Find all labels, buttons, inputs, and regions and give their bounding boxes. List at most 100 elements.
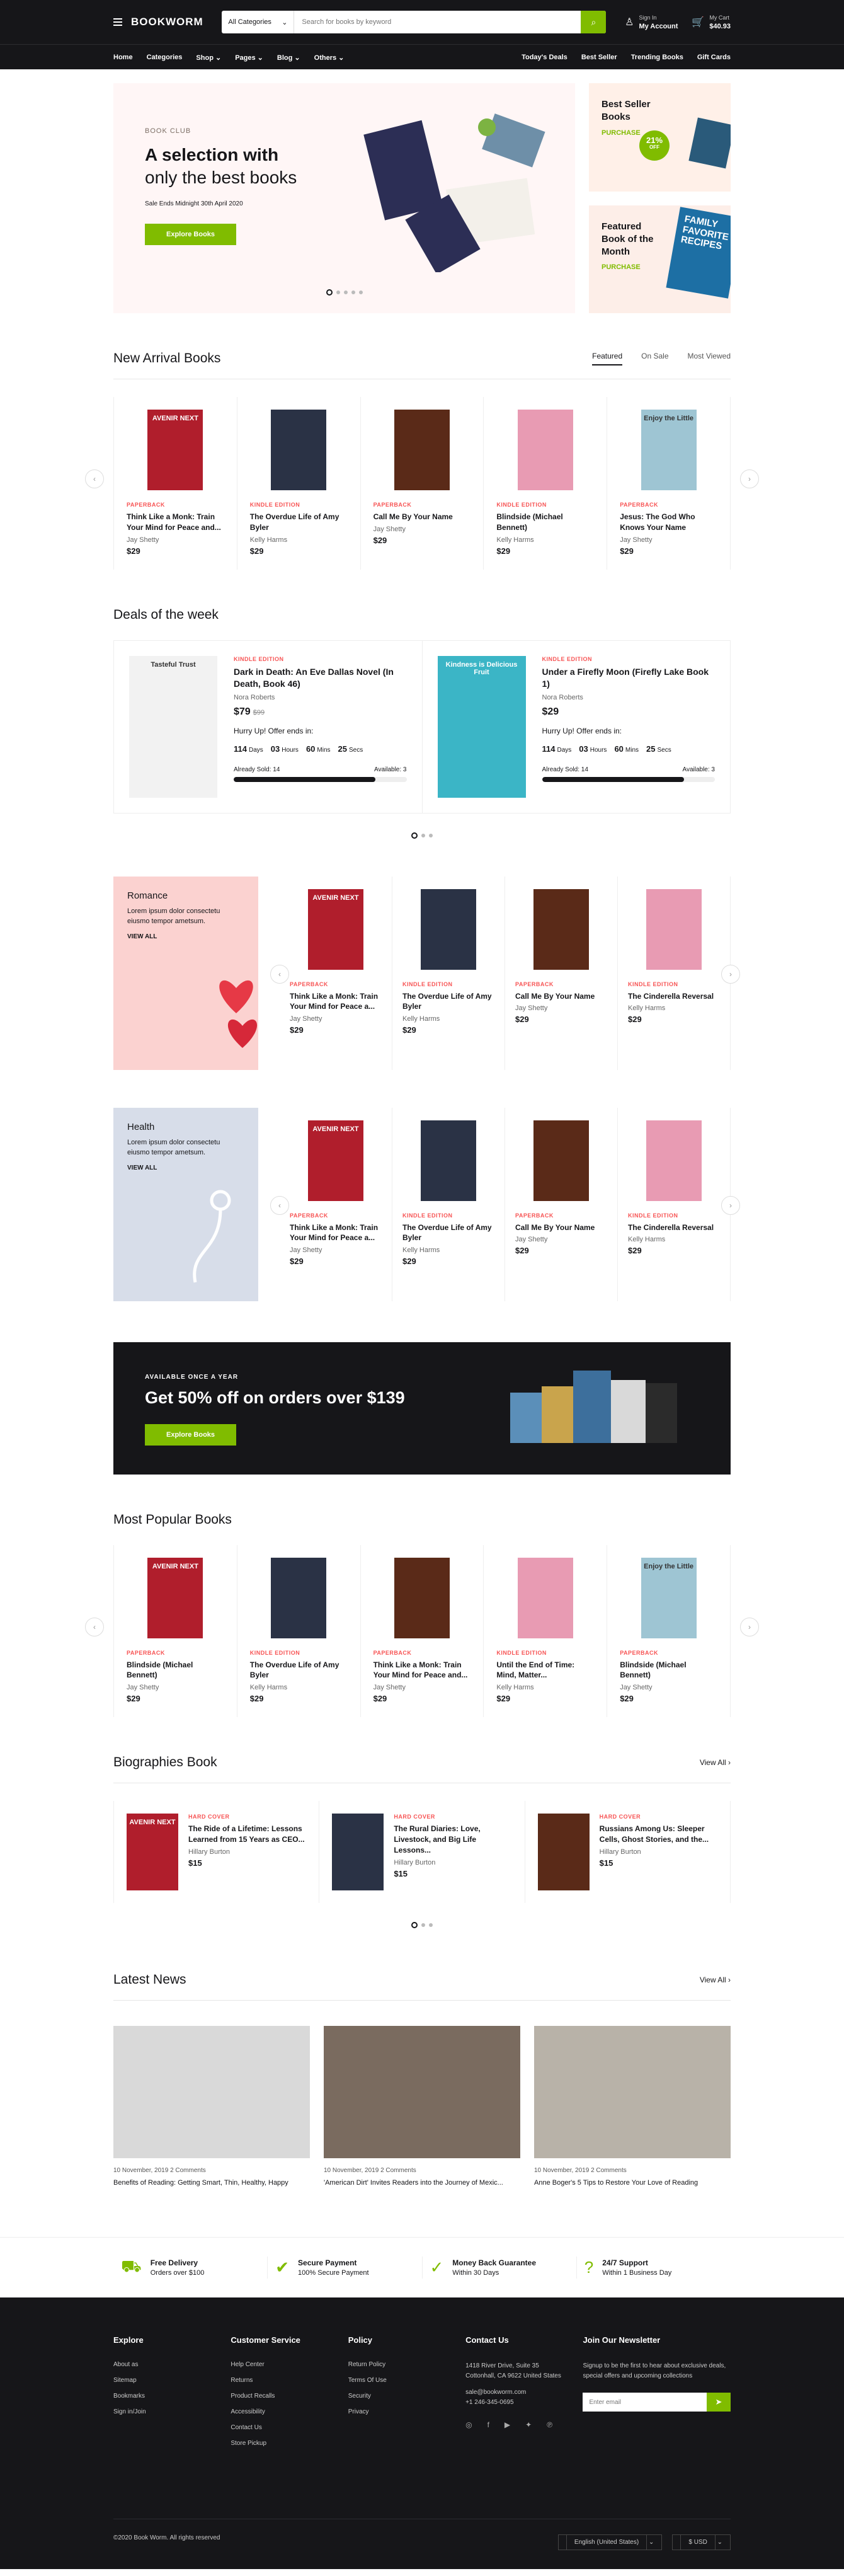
news-card[interactable]: 10 November, 2019 2 Comments Anne Boger's… bbox=[534, 2026, 731, 2187]
book-cover[interactable]: AVENIR NEXT bbox=[147, 1557, 203, 1638]
news-comments[interactable]: 2 Comments bbox=[170, 2167, 206, 2174]
book-card[interactable]: PAPERBACK Call Me By Your Name Jay Shetty $… bbox=[505, 876, 618, 1070]
book-title[interactable]: The Overdue Life of Amy Byler bbox=[250, 512, 348, 533]
book-cover[interactable]: Enjoy the Little bbox=[641, 410, 697, 490]
nav-item-pages[interactable]: Pages ⌄ bbox=[235, 54, 263, 62]
search-input[interactable] bbox=[294, 11, 581, 33]
news-card[interactable]: 10 November, 2019 2 Comments 'American Di… bbox=[324, 2026, 520, 2187]
next-arrow[interactable]: › bbox=[721, 1195, 740, 1215]
news-title[interactable]: Anne Boger's 5 Tips to Restore Your Love… bbox=[534, 2179, 731, 2187]
tab-featured[interactable]: Featured bbox=[592, 352, 623, 365]
book-cover[interactable]: AVENIR NEXT bbox=[147, 410, 203, 490]
book-title[interactable]: The Overdue Life of Amy Byler bbox=[402, 991, 494, 1013]
book-title[interactable]: Blindside (Michael Bennett) bbox=[496, 512, 594, 533]
book-card[interactable]: KINDLE EDITION The Overdue Life of Amy By… bbox=[392, 876, 505, 1070]
book-card[interactable]: KINDLE EDITION The Cinderella Reversal Kel… bbox=[618, 1107, 731, 1301]
book-author[interactable]: Hillary Burton bbox=[188, 1848, 306, 1856]
book-card[interactable]: PAPERBACK Call Me By Your Name Jay Shetty $… bbox=[361, 397, 484, 570]
footer-link[interactable]: Help Center bbox=[231, 2361, 329, 2368]
book-cover[interactable]: AVENIR NEXT bbox=[308, 888, 363, 970]
book-title[interactable]: Under a Firefly Moon (Firefly Lake Book … bbox=[542, 666, 716, 691]
best-seller-promo[interactable]: Best Seller Books PURCHASE 21% OFF bbox=[589, 83, 731, 192]
bio-pagination[interactable] bbox=[113, 1922, 731, 1929]
book-cover[interactable]: Kindness is Delicious Fruit bbox=[437, 655, 526, 798]
book-card[interactable]: AVENIR NEXT PAPERBACK Think Like a Monk: T… bbox=[114, 397, 237, 570]
book-cover[interactable] bbox=[271, 1557, 327, 1638]
news-image[interactable] bbox=[113, 2026, 310, 2159]
hero-pagination[interactable] bbox=[326, 289, 363, 296]
nav-item-others[interactable]: Others ⌄ bbox=[314, 54, 345, 62]
book-cover[interactable] bbox=[646, 888, 702, 970]
book-cover[interactable] bbox=[394, 1557, 450, 1638]
search-category-select[interactable]: All Categories ⌄ bbox=[222, 11, 295, 33]
menu-icon[interactable] bbox=[113, 18, 122, 26]
footer-link[interactable]: Sign in/Join bbox=[113, 2408, 212, 2415]
health-category-box[interactable]: Health Lorem ipsum dolor consectetu eius… bbox=[113, 1107, 258, 1301]
book-card[interactable]: KINDLE EDITION The Overdue Life of Amy By… bbox=[392, 1107, 505, 1301]
book-title[interactable]: The Cinderella Reversal bbox=[628, 991, 720, 1002]
next-arrow[interactable]: › bbox=[740, 1617, 759, 1636]
book-title[interactable]: Russians Among Us: Sleeper Cells, Ghost … bbox=[600, 1824, 717, 1845]
deal-card[interactable]: Tasteful Trust KINDLE EDITION Dark in Deat… bbox=[114, 641, 422, 813]
book-card[interactable]: KINDLE EDITION Blindside (Michael Bennett… bbox=[484, 397, 608, 570]
book-cover[interactable] bbox=[271, 410, 327, 490]
facebook-icon[interactable]: f bbox=[488, 2420, 489, 2429]
book-cover[interactable] bbox=[537, 1814, 590, 1891]
book-author[interactable]: Jay Shetty bbox=[127, 536, 224, 544]
bio-book-card[interactable]: AVENIR NEXT HARD COVER The Ride of a Lifet… bbox=[113, 1801, 320, 1904]
news-comments[interactable]: 2 Comments bbox=[591, 2167, 627, 2174]
instagram-icon[interactable]: ◎ bbox=[465, 2420, 472, 2429]
nav-item-today-s-deals[interactable]: Today's Deals bbox=[522, 54, 567, 61]
book-card[interactable]: PAPERBACK Think Like a Monk: Train Your M… bbox=[361, 1544, 484, 1718]
contact-phone[interactable]: +1 246-345-0695 bbox=[465, 2398, 564, 2408]
youtube-icon[interactable]: ▶ bbox=[505, 2420, 510, 2429]
book-card[interactable]: AVENIR NEXT PAPERBACK Blindside (Michael B… bbox=[114, 1544, 237, 1718]
book-cover[interactable] bbox=[533, 1120, 589, 1201]
book-author[interactable]: Kelly Harms bbox=[250, 536, 348, 544]
book-author[interactable]: Jay Shetty bbox=[620, 1684, 717, 1691]
currency-select[interactable]: $ USD ⌄ bbox=[672, 2534, 731, 2551]
book-author[interactable]: Kelly Harms bbox=[402, 1246, 494, 1254]
book-author[interactable]: Jay Shetty bbox=[374, 1684, 471, 1691]
view-all-link[interactable]: VIEW ALL bbox=[127, 1164, 244, 1171]
nav-item-blog[interactable]: Blog ⌄ bbox=[277, 54, 300, 62]
footer-link[interactable]: Contact Us bbox=[231, 2424, 329, 2431]
footer-link[interactable]: Product Recalls bbox=[231, 2393, 329, 2400]
book-card[interactable]: KINDLE EDITION The Overdue Life of Amy By… bbox=[237, 1544, 361, 1718]
book-cover[interactable] bbox=[533, 888, 589, 970]
twitter-icon[interactable]: ✦ bbox=[525, 2420, 532, 2429]
book-author[interactable]: Kelly Harms bbox=[628, 1236, 720, 1243]
book-title[interactable]: The Ride of a Lifetime: Lessons Learned … bbox=[188, 1824, 306, 1845]
next-arrow[interactable]: › bbox=[740, 469, 759, 488]
prev-arrow[interactable]: ‹ bbox=[85, 469, 104, 488]
book-cover[interactable]: Enjoy the Little bbox=[641, 1557, 697, 1638]
explore-books-button[interactable]: Explore Books bbox=[145, 224, 237, 245]
book-cover[interactable] bbox=[394, 410, 450, 490]
footer-link[interactable]: Return Policy bbox=[348, 2361, 447, 2368]
tab-on-sale[interactable]: On Sale bbox=[641, 352, 668, 365]
footer-link[interactable]: Accessibility bbox=[231, 2408, 329, 2415]
book-author[interactable]: Jay Shetty bbox=[620, 536, 717, 544]
contact-email[interactable]: sale@bookworm.com bbox=[465, 2388, 564, 2398]
book-author[interactable]: Kelly Harms bbox=[250, 1684, 348, 1691]
view-all-link[interactable]: View All › bbox=[700, 1975, 731, 1984]
prev-arrow[interactable]: ‹ bbox=[270, 1195, 289, 1215]
news-image[interactable] bbox=[534, 2026, 731, 2159]
book-cover[interactable]: AVENIR NEXT bbox=[308, 1120, 363, 1201]
featured-book-promo[interactable]: Featured Book of the Month PURCHASE FAMI… bbox=[589, 205, 731, 313]
footer-link[interactable]: Bookmarks bbox=[113, 2393, 212, 2400]
logo[interactable]: BOOKWORM bbox=[113, 16, 203, 28]
book-title[interactable]: Dark in Death: An Eve Dallas Novel (In D… bbox=[234, 666, 407, 691]
book-card[interactable]: KINDLE EDITION The Overdue Life of Amy By… bbox=[237, 397, 361, 570]
nav-item-home[interactable]: Home bbox=[113, 54, 133, 62]
footer-link[interactable]: Sitemap bbox=[113, 2377, 212, 2384]
news-card[interactable]: 10 November, 2019 2 Comments Benefits of … bbox=[113, 2026, 310, 2187]
nav-item-trending-books[interactable]: Trending Books bbox=[631, 54, 683, 61]
nav-item-gift-cards[interactable]: Gift Cards bbox=[697, 54, 731, 61]
book-title[interactable]: Think Like a Monk: Train Your Mind for P… bbox=[290, 1222, 382, 1244]
book-author[interactable]: Jay Shetty bbox=[515, 1004, 607, 1012]
nav-item-shop[interactable]: Shop ⌄ bbox=[196, 54, 221, 62]
banner-explore-button[interactable]: Explore Books bbox=[145, 1423, 237, 1446]
book-author[interactable]: Kelly Harms bbox=[628, 1004, 720, 1012]
view-all-link[interactable]: View All › bbox=[700, 1758, 731, 1767]
